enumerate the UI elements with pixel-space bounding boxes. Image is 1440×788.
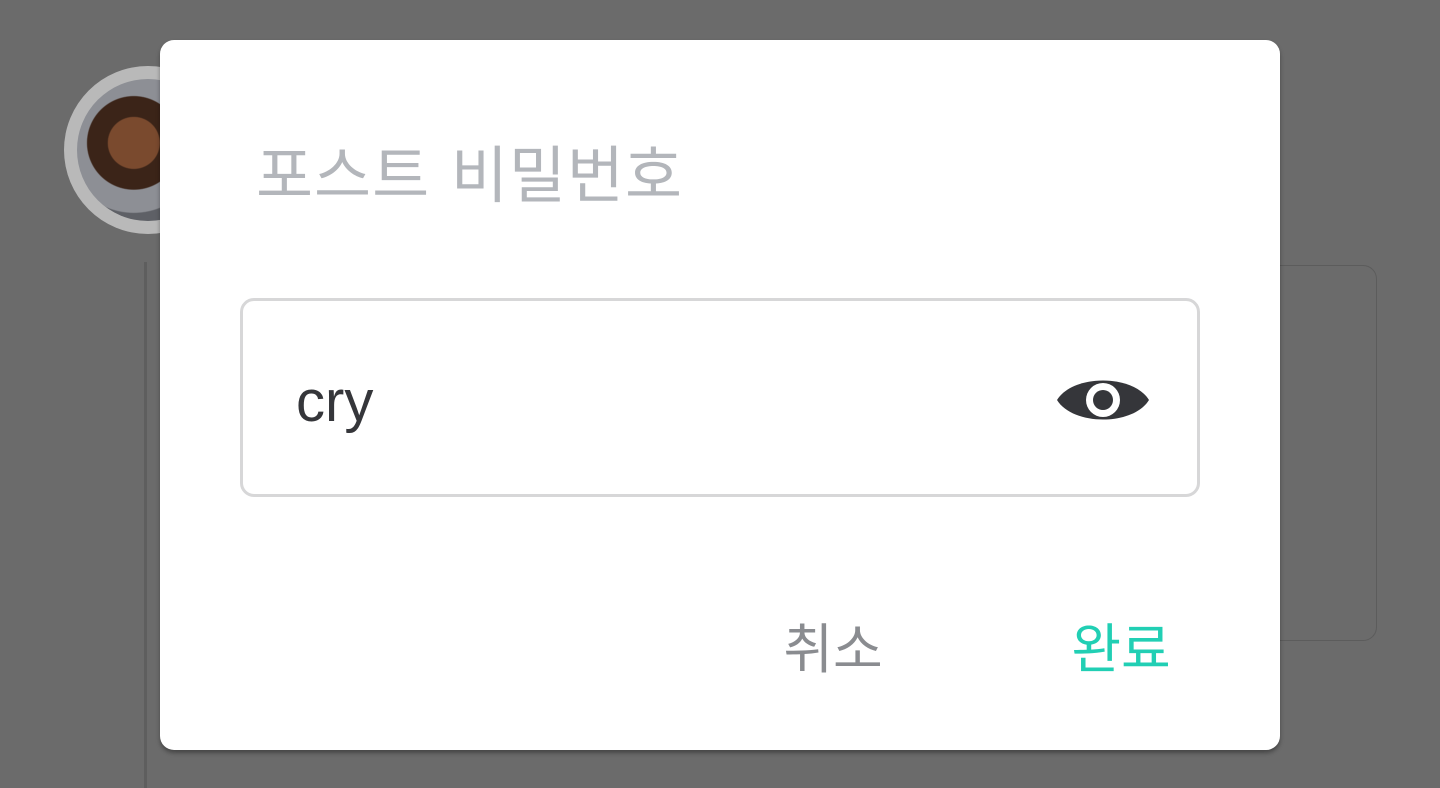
cancel-button[interactable]: 취소 xyxy=(778,610,888,690)
password-field[interactable] xyxy=(240,298,1200,497)
timeline-line xyxy=(144,262,147,788)
dialog-title: 포스트 비밀번호 xyxy=(256,139,683,212)
eye-icon-graphic xyxy=(1057,380,1149,420)
password-dialog: 포스트 비밀번호 취소 완료 xyxy=(160,40,1280,750)
password-input[interactable] xyxy=(296,356,1016,446)
eye-icon[interactable] xyxy=(1053,365,1153,435)
done-button[interactable]: 완료 xyxy=(1066,610,1176,690)
